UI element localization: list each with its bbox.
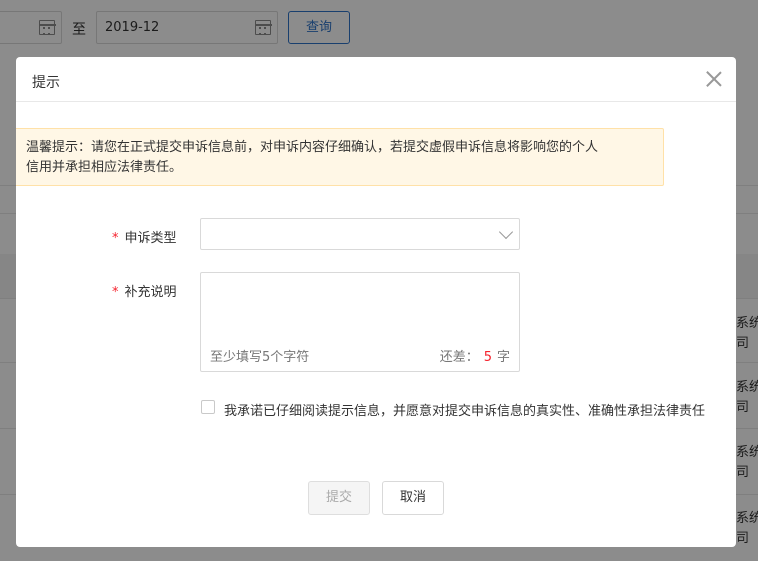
cancel-button[interactable]: 取消 (382, 481, 444, 515)
counter-value: 5 (483, 350, 492, 365)
modal-body[interactable]: 温馨提示：请您在正式提交申诉信息前，对申诉内容仔细确认，若提交虚假申诉信息将影响… (16, 103, 736, 447)
submit-button[interactable]: 提交 (308, 481, 370, 515)
description-placeholder: 至少填写5个字符 (210, 350, 310, 365)
char-counter: 还差： 5 字 (440, 346, 510, 365)
appeal-type-label: * 申诉类型 (112, 227, 177, 246)
counter-prefix: 还差： (439, 350, 479, 365)
required-mark: * (112, 285, 119, 300)
chevron-down-icon (498, 224, 514, 240)
agree-checkbox[interactable] (201, 400, 215, 414)
warning-text-line2: 信用并承担相应法律责任。 (26, 160, 183, 175)
required-mark: * (112, 231, 119, 246)
warning-alert: 温馨提示：请您在正式提交申诉信息前，对申诉内容仔细确认，若提交虚假申诉信息将影响… (16, 128, 664, 186)
warning-text-line1: 温馨提示：请您在正式提交申诉信息前，对申诉内容仔细确认，若提交虚假申诉信息将影响… (26, 140, 599, 155)
appeal-modal: 提示 温馨提示：请您在正式提交申诉信息前，对申诉内容仔细确认，若提交虚假申诉信息… (16, 57, 736, 547)
appeal-type-label-text: 申诉类型 (124, 231, 177, 246)
description-textarea[interactable]: 至少填写5个字符 还差： 5 字 (200, 272, 520, 372)
agree-text[interactable]: 我承诺已仔细阅读提示信息，并愿意对提交申诉信息的真实性、准确性承担法律责任 (224, 400, 705, 419)
modal-header: 提示 (16, 57, 736, 102)
counter-suffix: 字 (496, 350, 510, 365)
modal-title: 提示 (32, 75, 60, 91)
description-label-text: 补充说明 (124, 285, 177, 300)
description-label: * 补充说明 (112, 281, 177, 300)
appeal-type-select[interactable] (200, 218, 520, 250)
close-icon[interactable] (706, 71, 722, 87)
